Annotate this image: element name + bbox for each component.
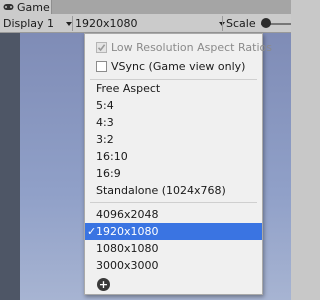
menu-item-free-aspect[interactable]: Free Aspect	[85, 80, 262, 97]
menu-item-4096x2048[interactable]: 4096x2048	[85, 206, 262, 223]
menu-item-label: Standalone (1024x768)	[96, 184, 226, 197]
menu-item-label: 3:2	[96, 133, 114, 146]
tab-game[interactable]: Game	[0, 0, 52, 14]
game-view-letterbox	[0, 33, 20, 300]
plus-icon: +	[98, 278, 109, 291]
menu-item-4-3[interactable]: 4:3	[85, 114, 262, 131]
scale-slider-handle[interactable]	[261, 18, 271, 28]
display-label: Display 1	[3, 17, 55, 30]
menu-item-1080x1080[interactable]: 1080x1080	[85, 240, 262, 257]
tab-title: Game	[17, 0, 50, 14]
menu-item-standalone[interactable]: Standalone (1024x768)	[85, 182, 262, 199]
toolbar-separator	[222, 16, 223, 31]
menu-item-label: 3000x3000	[96, 259, 159, 272]
menu-item-label: 4:3	[96, 116, 114, 129]
resolution-menu: Low Resolution Aspect Ratios VSync (Game…	[84, 33, 272, 295]
add-resolution-button[interactable]: +	[97, 278, 110, 291]
resolution-dropdown[interactable]: 1920x1080	[75, 16, 225, 31]
menu-item-16-10[interactable]: 16:10	[85, 148, 262, 165]
low-resolution-label: Low Resolution Aspect Ratios	[111, 41, 272, 54]
menu-item-label: 4096x2048	[96, 208, 159, 221]
toolbar-separator	[72, 16, 73, 31]
menu-item-label: 5:4	[96, 99, 114, 112]
low-resolution-toggle: Low Resolution Aspect Ratios	[85, 39, 272, 56]
menu-item-label: 16:10	[96, 150, 128, 163]
checkbox-checked-icon	[96, 42, 107, 53]
tab-strip: Game	[0, 0, 291, 14]
menu-item-3-2[interactable]: 3:2	[85, 131, 262, 148]
resolution-label: 1920x1080	[75, 17, 138, 30]
menu-item-label: Free Aspect	[96, 82, 161, 95]
menu-divider	[90, 202, 257, 203]
display-dropdown[interactable]: Display 1	[3, 16, 73, 31]
scale-label: Scale	[226, 17, 256, 30]
menu-item-5-4[interactable]: 5:4	[85, 97, 262, 114]
menu-item-label: 1080x1080	[96, 242, 159, 255]
menu-item-label: 1920x1080	[96, 225, 159, 238]
menu-item-1920x1080[interactable]: ✓ 1920x1080	[85, 223, 262, 240]
menu-item-16-9[interactable]: 16:9	[85, 165, 262, 182]
checkmark-icon: ✓	[87, 225, 97, 238]
gamepad-icon	[3, 4, 14, 10]
checkbox-icon	[96, 61, 107, 72]
menu-item-3000x3000[interactable]: 3000x3000	[85, 257, 262, 274]
game-toolbar: Display 1 1920x1080 Scale	[0, 14, 291, 33]
vsync-toggle[interactable]: VSync (Game view only)	[85, 58, 262, 75]
menu-item-label: 16:9	[96, 167, 121, 180]
vsync-label: VSync (Game view only)	[111, 60, 246, 73]
